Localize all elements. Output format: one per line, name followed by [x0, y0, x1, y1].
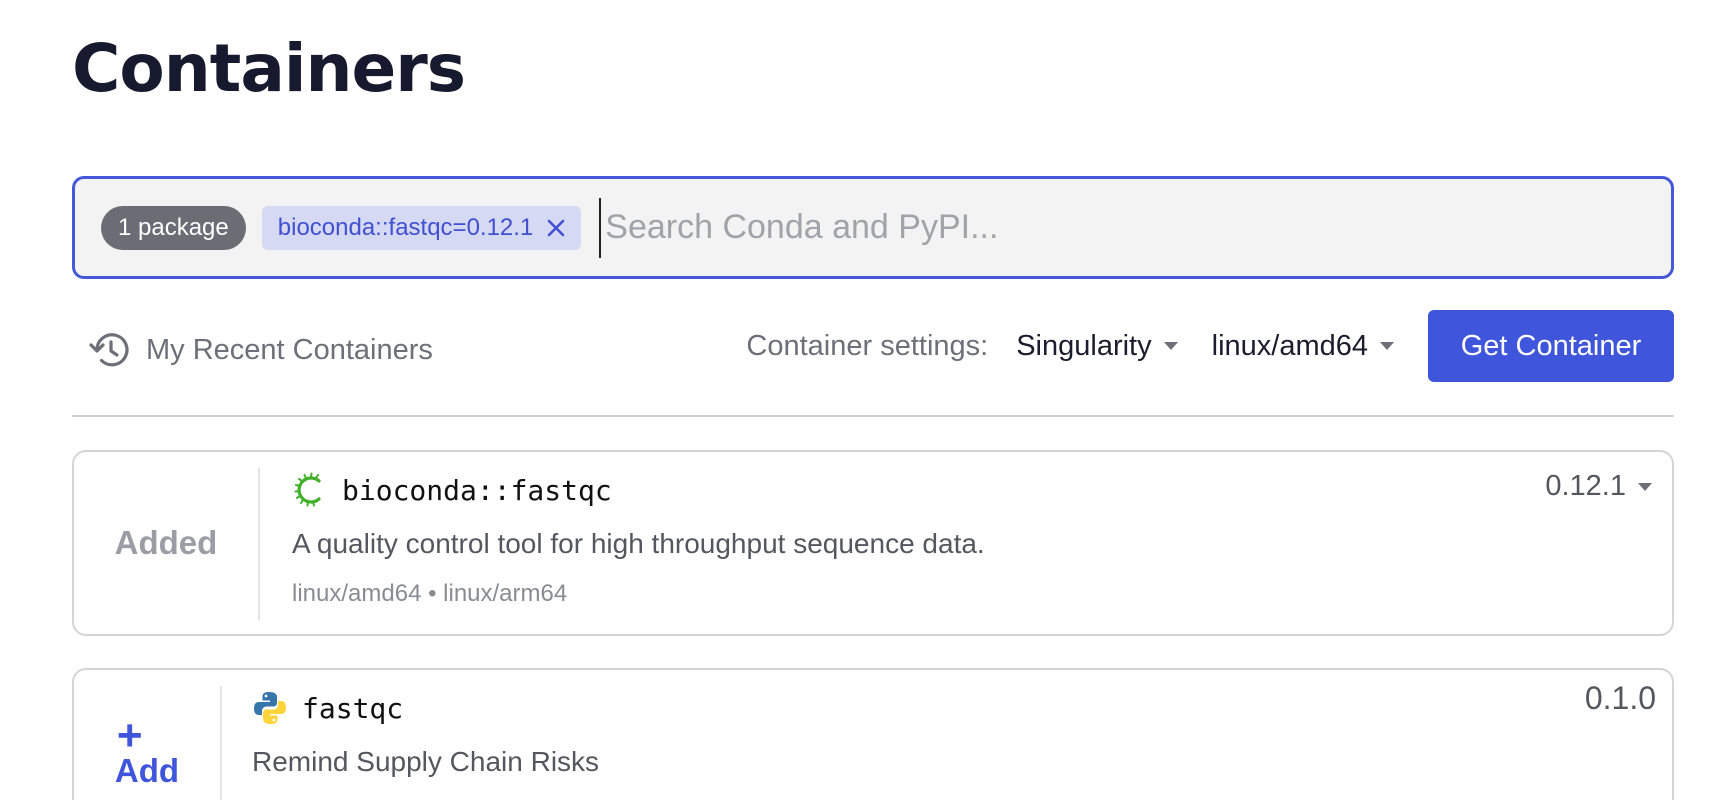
package-name[interactable]: bioconda::fastqc — [342, 474, 612, 507]
container-settings: Container settings: Singularity linux/am… — [746, 310, 1674, 382]
python-icon — [252, 690, 288, 726]
package-info: bioconda::fastqc A quality control tool … — [292, 470, 985, 608]
package-status: Added — [74, 452, 258, 634]
package-description: Remind Supply Chain Risks — [252, 746, 600, 777]
package-count-badge: 1 package — [101, 205, 246, 250]
version-select[interactable]: 0.12.1 — [1545, 470, 1652, 503]
container-format-value: Singularity — [1016, 329, 1152, 362]
get-container-button[interactable]: Get Container — [1428, 310, 1674, 382]
add-button-content: + Add — [114, 711, 180, 789]
package-header: bioconda::fastqc — [292, 470, 985, 510]
chevron-down-icon — [1380, 342, 1394, 350]
package-info: fastqc Remind Supply Chain Risks — [252, 688, 599, 778]
container-toolbar: My Recent Containers Container settings:… — [72, 310, 1674, 386]
container-settings-label: Container settings: — [746, 329, 989, 362]
platform-value: linux/amd64 — [1211, 329, 1368, 362]
chevron-down-icon — [1638, 482, 1652, 491]
page-title: Containers — [72, 30, 466, 107]
package-name[interactable]: fastqc — [302, 692, 403, 725]
chevron-down-icon — [1163, 342, 1178, 350]
history-icon — [88, 328, 132, 372]
package-result-card: + Add fastqc Remind Supply Chain Risks 0… — [72, 668, 1674, 800]
package-header: fastqc — [252, 688, 599, 728]
version-value: 0.12.1 — [1545, 470, 1626, 502]
package-search-box[interactable]: 1 package bioconda::fastqc=0.12.1 — [72, 176, 1674, 279]
recent-containers-link[interactable]: My Recent Containers — [88, 328, 433, 372]
recent-containers-label: My Recent Containers — [146, 333, 433, 366]
package-description: A quality control tool for high throughp… — [292, 528, 985, 559]
add-label: Add — [114, 752, 180, 789]
conda-icon — [292, 472, 328, 508]
card-divider — [220, 686, 222, 800]
search-input[interactable] — [599, 197, 1671, 258]
added-label: Added — [114, 524, 218, 561]
selected-package-chip-label: bioconda::fastqc=0.12.1 — [277, 213, 534, 241]
platform-select[interactable]: linux/amd64 — [1212, 330, 1394, 363]
version-label: 0.1.0 — [1585, 680, 1656, 717]
selected-package-chip: bioconda::fastqc=0.12.1 — [261, 205, 582, 250]
container-format-select[interactable]: Singularity — [1016, 329, 1178, 363]
add-package-button[interactable]: + Add — [74, 670, 220, 800]
close-icon[interactable] — [545, 217, 567, 239]
card-divider — [258, 468, 260, 620]
divider — [72, 415, 1674, 417]
package-platforms: linux/amd64 • linux/arm64 — [292, 580, 568, 607]
version-value: 0.1.0 — [1584, 680, 1656, 716]
plus-icon: + — [116, 711, 143, 760]
package-result-card: Added bioconda::fastqc A quality control… — [72, 450, 1674, 636]
